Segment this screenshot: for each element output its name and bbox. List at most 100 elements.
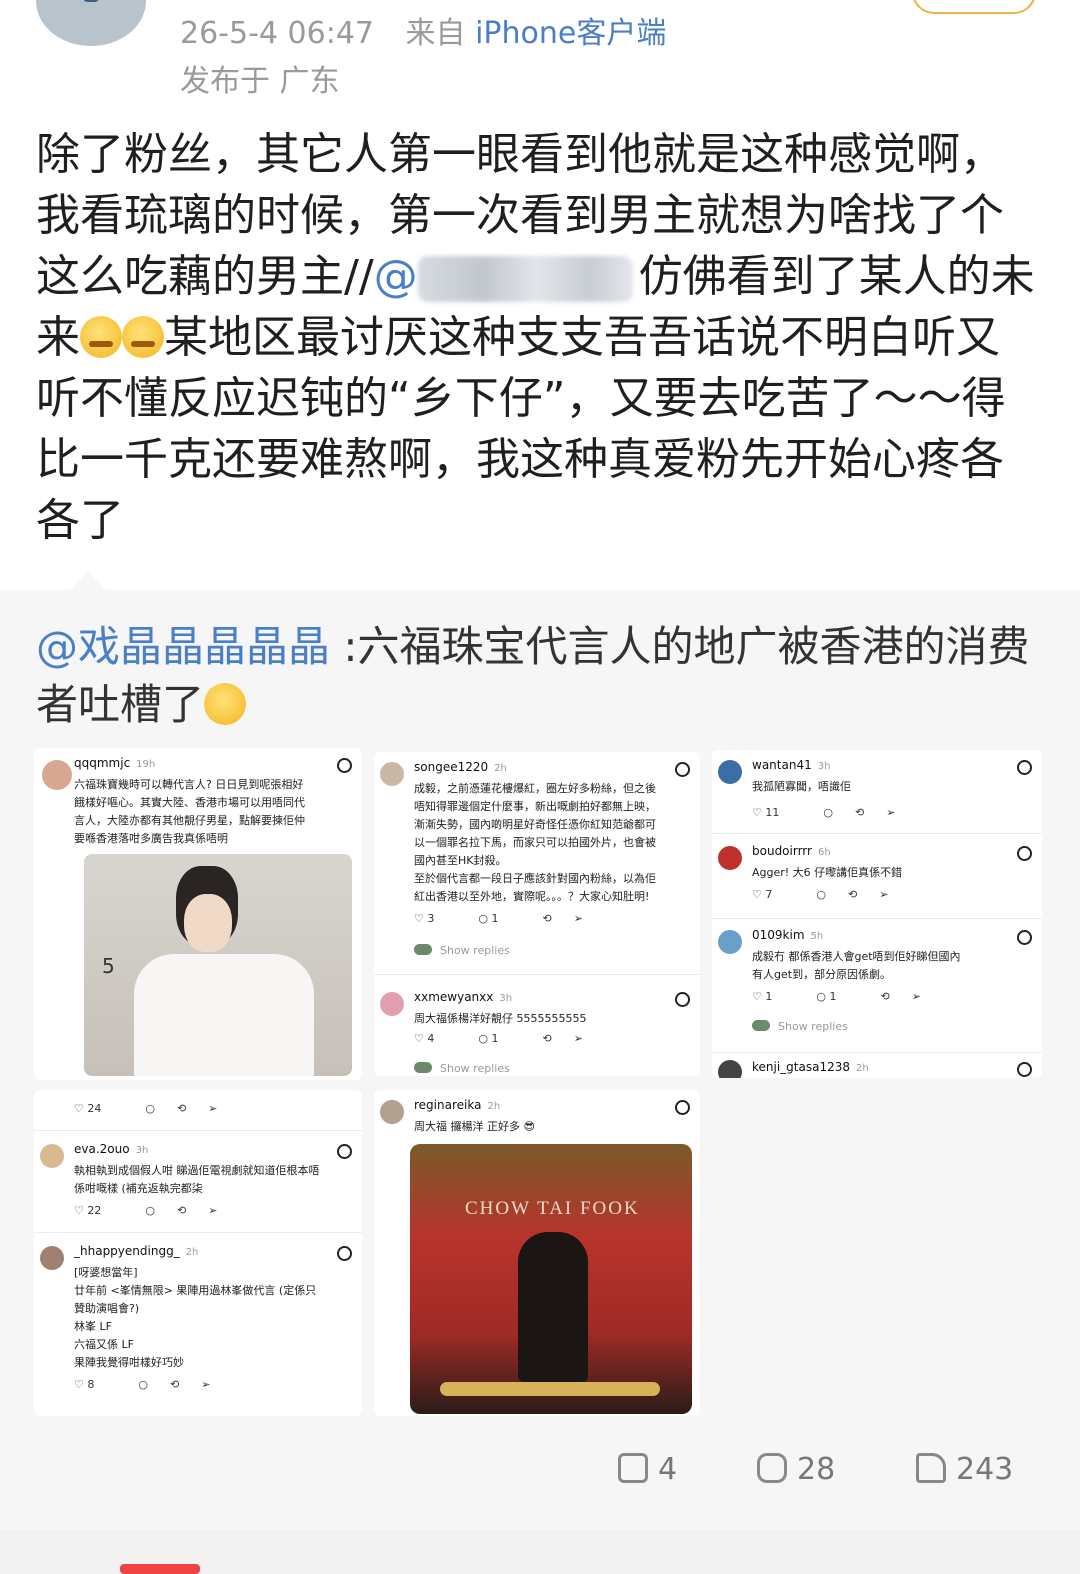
repost-notch <box>70 572 106 590</box>
repost-mention[interactable]: @戏晶晶晶晶晶 <box>36 622 330 671</box>
comment-text: Agger! 大6 仔嚟講佢真係不錯 <box>752 866 903 879</box>
comment-tail: ♡ 24 ○ ⟲ ➢ <box>34 1090 362 1126</box>
avatar <box>718 760 742 784</box>
post-location: 发布于 广东 <box>180 64 340 99</box>
show-replies-link[interactable]: Show replies <box>752 1020 848 1033</box>
comment-text: 執相執到成個假人咁 睇過佢電視劇就知道佢根本唔 係咁嘅樣 (補充返執完都柒 <box>74 1164 320 1195</box>
next-post-edge <box>0 1530 1080 1574</box>
divider <box>374 974 700 975</box>
comment-username: _hhappyendingg_ 2h <box>74 1244 199 1258</box>
divider <box>712 833 1042 834</box>
comment-actions[interactable]: ♡ 1 ○ 1 ⟲ ➢ <box>752 990 943 1003</box>
avatar <box>40 1144 64 1168</box>
threads-icon <box>675 992 690 1007</box>
comment-actions[interactable]: ♡ 7 ○ ⟲ ➢ <box>752 888 910 901</box>
thumbs-up-icon <box>916 1453 946 1483</box>
threads-icon <box>1017 846 1032 861</box>
divider <box>34 1130 362 1131</box>
threads-icon <box>675 762 690 777</box>
threads-screenshot-3[interactable]: wantan41 3h 我孤陋寡聞，唔識佢 ♡ 11 ○ ⟲ ➢ boudoirrrr 6… <box>712 750 1042 1078</box>
comment: kenji_gtasa1238 2h <box>712 1054 1042 1078</box>
photo-face <box>184 894 232 952</box>
comment: qqqmmjc 19h 六福珠寶幾時可以轉代言人? 日日見到呢張相好 餓樣好嘔心。… <box>34 748 362 858</box>
like-button[interactable]: 243 <box>916 1452 1013 1487</box>
comment-username: xxmewyanxx 3h <box>414 990 513 1004</box>
comment-text: 周大福係楊洋好靚仔 5555555555 <box>414 1012 587 1025</box>
comment-actions[interactable]: ♡ 24 ○ ⟲ ➢ <box>74 1102 239 1115</box>
avatar <box>380 1100 404 1124</box>
comment: wantan41 3h 我孤陋寡聞，唔識佢 ♡ 11 ○ ⟲ ➢ <box>712 750 1042 830</box>
comment-text: [呀婆想當年] 廿年前 <峯情無限> 果陣用過林峯做代言 (定係只 贊助演唱會?… <box>74 1266 317 1369</box>
post-body: 除了粉丝，其它人第一眼看到他就是这种感觉啊，我看琉璃的时候，第一次看到男主就想为… <box>36 124 1036 551</box>
threads-icon <box>1017 760 1032 775</box>
avatar <box>718 930 742 954</box>
threads-icon <box>675 1100 690 1115</box>
avatar <box>42 760 72 790</box>
comment-button[interactable]: 28 <box>757 1452 835 1487</box>
share-count: 4 <box>658 1452 678 1487</box>
photo-chain <box>440 1382 660 1396</box>
avatar <box>380 762 404 786</box>
comment-username: qqqmmjc 19h <box>74 756 156 770</box>
post-actions-bar: 4 28 243 <box>0 1452 1080 1502</box>
post-meta: 26-5-4 06:47 来自 iPhone客户端 <box>180 8 666 52</box>
comment-username: boudoirrrr 6h <box>752 844 831 858</box>
follow-button[interactable] <box>912 0 1036 14</box>
comment-icon <box>757 1453 787 1483</box>
comment: boudoirrrr 6h Agger! 大6 仔嚟講佢真係不錯 ♡ 7 ○ ⟲ ➢ <box>712 836 1042 916</box>
share-button[interactable]: 4 <box>618 1452 677 1487</box>
avatar <box>40 1246 64 1270</box>
blurred-username <box>417 256 633 302</box>
comment-text: 成毅冇 都係香港人會get唔到佢好睇但國內 有人get到，部分原因係劇。 <box>752 950 961 981</box>
comment-username: wantan41 3h <box>752 758 831 772</box>
photo-mark: 5 <box>102 954 115 978</box>
threads-icon <box>337 1246 352 1261</box>
next-post-accent <box>120 1564 200 1574</box>
threads-screenshot-4[interactable]: ♡ 24 ○ ⟲ ➢ eva.2ouo 3h 執相執到成個假人咁 睇過佢電視劇就知道佢根… <box>34 1090 362 1416</box>
share-icon <box>618 1453 648 1483</box>
threads-icon <box>337 758 352 773</box>
post-client-link[interactable]: iPhone客户端 <box>475 16 666 51</box>
comment-username: kenji_gtasa1238 2h <box>752 1060 869 1074</box>
avatar <box>718 846 742 870</box>
post-body-text-3: 某地区最讨厌这种支支吾吾话说不明白听又听不懂反应迟钝的“乡下仔”，又要去吃苦了～… <box>36 312 1006 546</box>
comment: 0109kim 5h 成毅冇 都係香港人會get唔到佢好睇但國內 有人get到，部… <box>712 920 1042 1050</box>
comment-username: songee1220 2h <box>414 760 507 774</box>
threads-screenshot-2[interactable]: songee1220 2h 成毅，之前憑蓮花樓爆紅，圈左好多粉絲，但之後 唔知得罪… <box>374 752 700 1076</box>
comment-username: 0109kim 5h <box>752 928 824 942</box>
post-time: 26-5-4 06:47 <box>180 16 374 51</box>
show-replies-link[interactable]: Show replies <box>414 1062 510 1075</box>
photo-figure <box>518 1232 588 1382</box>
threads-icon <box>1017 930 1032 945</box>
divider <box>712 918 1042 919</box>
comment-actions[interactable]: ♡ 11 ○ ⟲ ➢ <box>752 806 917 819</box>
comment: eva.2ouo 3h 執相執到成個假人咁 睇過佢電視劇就知道佢根本唔 係咁嘅樣 … <box>34 1134 362 1234</box>
comment-actions[interactable]: ♡ 3 ○ 1 ⟲ ➢ <box>414 912 605 925</box>
comment-text: 我孤陋寡聞，唔識佢 <box>752 780 851 793</box>
comment-actions[interactable]: ♡ 22 ○ ⟲ ➢ <box>74 1204 239 1217</box>
divider <box>712 1052 1042 1053</box>
comment: xxmewyanxx 3h 周大福係楊洋好靚仔 5555555555 ♡ 4 ○ 1… <box>374 982 700 1076</box>
post-body-mention[interactable]: @ <box>374 251 639 302</box>
comment-username: reginareika 2h <box>414 1098 501 1112</box>
comment-username: eva.2ouo 3h <box>74 1142 149 1156</box>
avatar-figure <box>82 0 100 2</box>
comment-actions[interactable]: ♡ 4 ○ 1 ⟲ ➢ <box>414 1032 605 1045</box>
threads-icon <box>337 1144 352 1159</box>
post-source-prefix: 来自 <box>405 16 466 51</box>
avatar <box>718 1060 742 1078</box>
crying-emoji-icon <box>80 316 122 358</box>
photo-suit <box>134 954 314 1076</box>
comment-count: 28 <box>797 1452 836 1487</box>
comment-actions[interactable]: ♡ 8 ○ ⟲ ➢ <box>74 1378 232 1391</box>
author-avatar[interactable] <box>36 0 146 46</box>
like-count: 243 <box>956 1452 1014 1487</box>
comment: reginareika 2h 周大福 攞楊洋 正好多 😎 <box>374 1090 700 1140</box>
repost-text: @戏晶晶晶晶晶 :六福珠宝代言人的地广被香港的消费者吐槽了 <box>36 618 1041 734</box>
crying-emoji-icon <box>122 316 164 358</box>
show-replies-link[interactable]: Show replies <box>414 944 510 957</box>
endorsement-photo: 5 <box>84 854 352 1076</box>
comment-text: 周大福 攞楊洋 正好多 😎 <box>414 1120 535 1133</box>
avatar <box>380 992 404 1016</box>
smile-emoji-icon <box>204 683 247 725</box>
